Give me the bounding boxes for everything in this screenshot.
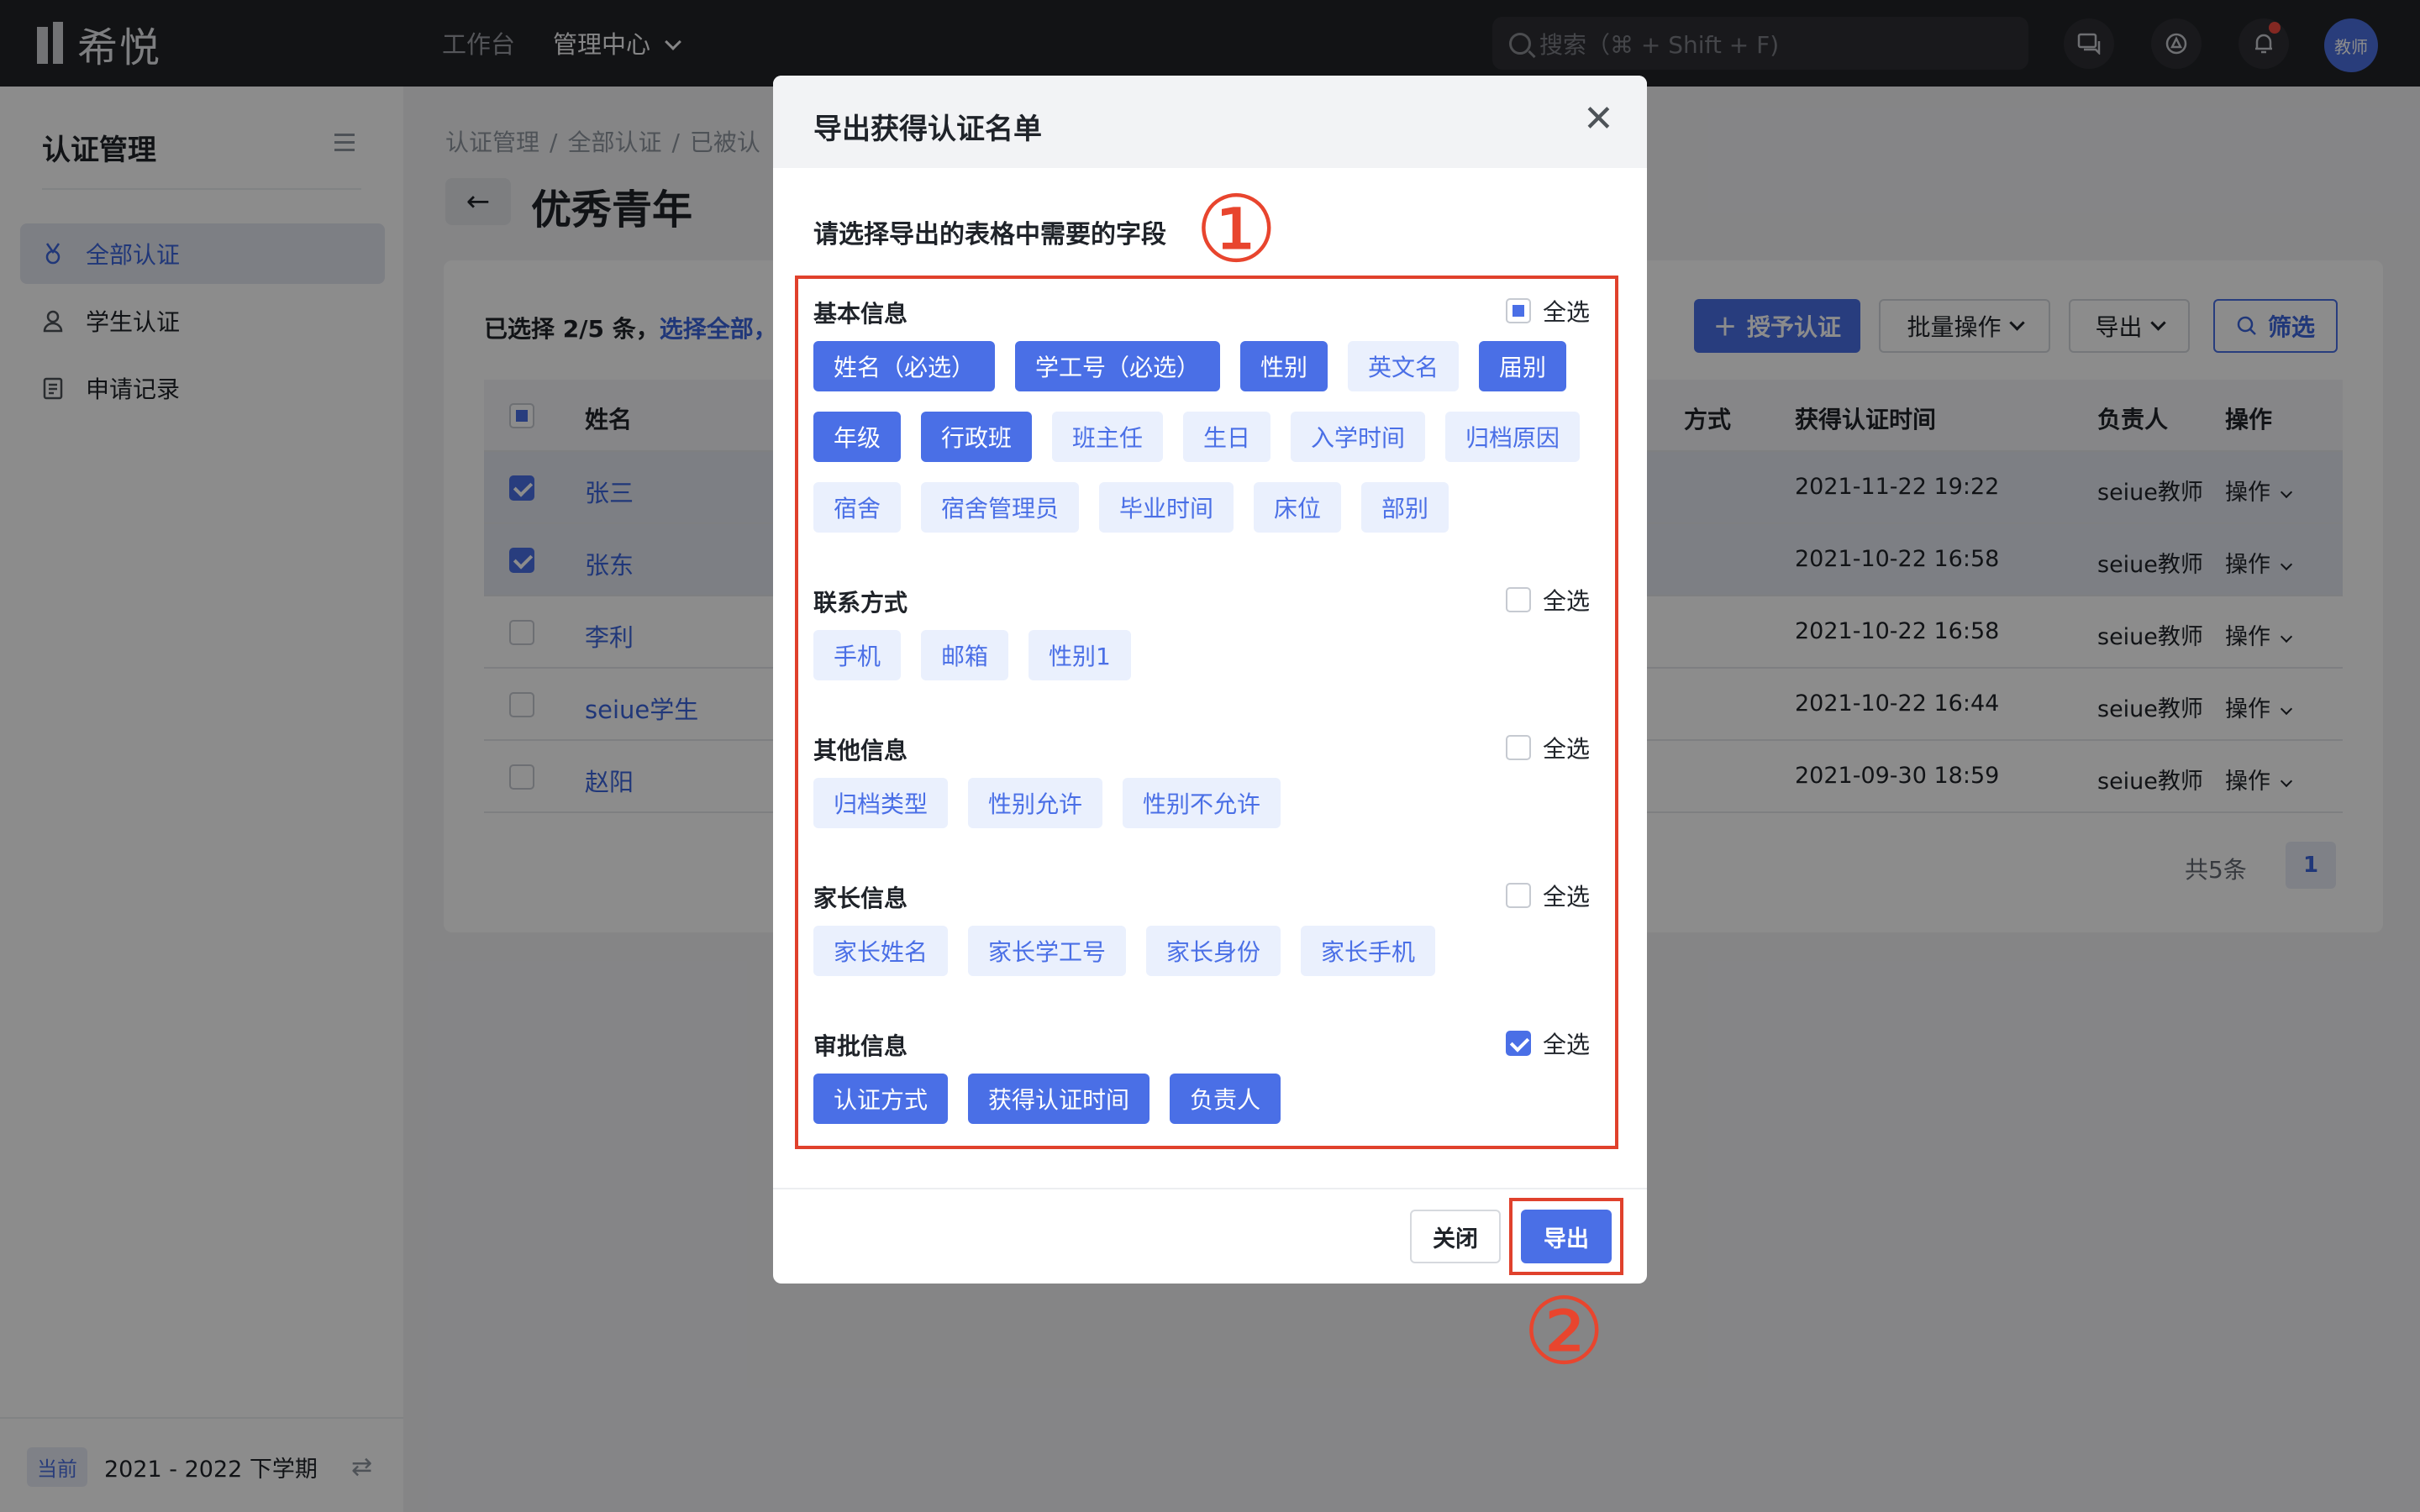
export-modal: 导出获得认证名单 ✕ 请选择导出的表格中需要的字段 ① 基本信息 全选 姓名（必选）… [773, 76, 1647, 1284]
field-tag[interactable]: 年级 [813, 412, 902, 462]
select-all-toggle[interactable]: 全选 [1506, 583, 1590, 617]
field-tag[interactable]: 家长身份 [1146, 926, 1281, 976]
field-tag[interactable]: 负责人 [1170, 1074, 1281, 1124]
field-tag[interactable]: 毕业时间 [1099, 482, 1234, 533]
field-tag[interactable]: 家长姓名 [813, 926, 949, 976]
field-tag[interactable]: 家长手机 [1301, 926, 1436, 976]
field-tag[interactable]: 宿舍 [813, 482, 902, 533]
field-tag[interactable]: 床位 [1254, 482, 1342, 533]
select-all-label: 全选 [1543, 587, 1591, 615]
section-title: 审批信息 [813, 1032, 908, 1060]
annotation-marker-2: ② [1523, 1278, 1606, 1385]
select-all-label: 全选 [1543, 735, 1591, 763]
close-button[interactable]: 关闭 [1410, 1210, 1501, 1263]
field-tag[interactable]: 姓名（必选） [813, 341, 996, 391]
field-tag[interactable]: 家长学工号 [968, 926, 1127, 976]
modal-header: 导出获得认证名单 ✕ [773, 76, 1647, 168]
field-tag[interactable]: 性别不允许 [1123, 778, 1281, 828]
field-tag[interactable]: 手机 [813, 630, 902, 680]
field-tag[interactable]: 性别允许 [968, 778, 1103, 828]
select-all-checkbox[interactable] [1506, 1031, 1531, 1056]
annotation-export-highlight [1509, 1198, 1623, 1275]
field-tag[interactable]: 认证方式 [813, 1074, 949, 1124]
field-tag[interactable]: 归档原因 [1445, 412, 1581, 462]
field-tag[interactable]: 性别 [1240, 341, 1328, 391]
select-all-toggle[interactable]: 全选 [1506, 294, 1590, 328]
select-all-checkbox[interactable] [1506, 735, 1531, 760]
annotation-fields-highlight [795, 276, 1618, 1149]
modal-title: 导出获得认证名单 [813, 113, 1042, 146]
field-tag[interactable]: 宿舍管理员 [921, 482, 1080, 533]
close-icon[interactable]: ✕ [1583, 101, 1614, 138]
modal-footer-divider [773, 1188, 1647, 1189]
section-title: 家长信息 [813, 885, 908, 912]
field-tag[interactable]: 邮箱 [921, 630, 1009, 680]
modal-subtitle: 请选择导出的表格中需要的字段 [813, 220, 1166, 249]
select-all-toggle[interactable]: 全选 [1506, 879, 1590, 912]
section-title: 联系方式 [813, 589, 908, 617]
field-tag[interactable]: 部别 [1361, 482, 1449, 533]
field-tag[interactable]: 生日 [1183, 412, 1271, 462]
select-all-label: 全选 [1543, 883, 1591, 911]
select-all-toggle[interactable]: 全选 [1506, 1026, 1590, 1060]
field-tag[interactable]: 性别1 [1028, 630, 1131, 680]
select-all-toggle[interactable]: 全选 [1506, 731, 1590, 764]
select-all-checkbox[interactable] [1506, 883, 1531, 908]
field-tag[interactable]: 归档类型 [813, 778, 949, 828]
field-tag[interactable]: 班主任 [1052, 412, 1164, 462]
select-all-checkbox[interactable] [1506, 587, 1531, 612]
section-title: 其他信息 [813, 737, 908, 764]
field-tag[interactable]: 获得认证时间 [968, 1074, 1150, 1124]
field-tag[interactable]: 届别 [1479, 341, 1567, 391]
annotation-marker-1: ① [1195, 176, 1278, 283]
select-all-label: 全选 [1543, 1031, 1591, 1058]
field-tag[interactable]: 行政班 [921, 412, 1033, 462]
field-tag[interactable]: 入学时间 [1291, 412, 1426, 462]
section-title: 基本信息 [813, 300, 908, 328]
select-all-label: 全选 [1543, 298, 1591, 326]
field-tag[interactable]: 学工号（必选） [1015, 341, 1221, 391]
field-tag[interactable]: 英文名 [1348, 341, 1460, 391]
select-all-checkbox[interactable] [1506, 298, 1531, 323]
